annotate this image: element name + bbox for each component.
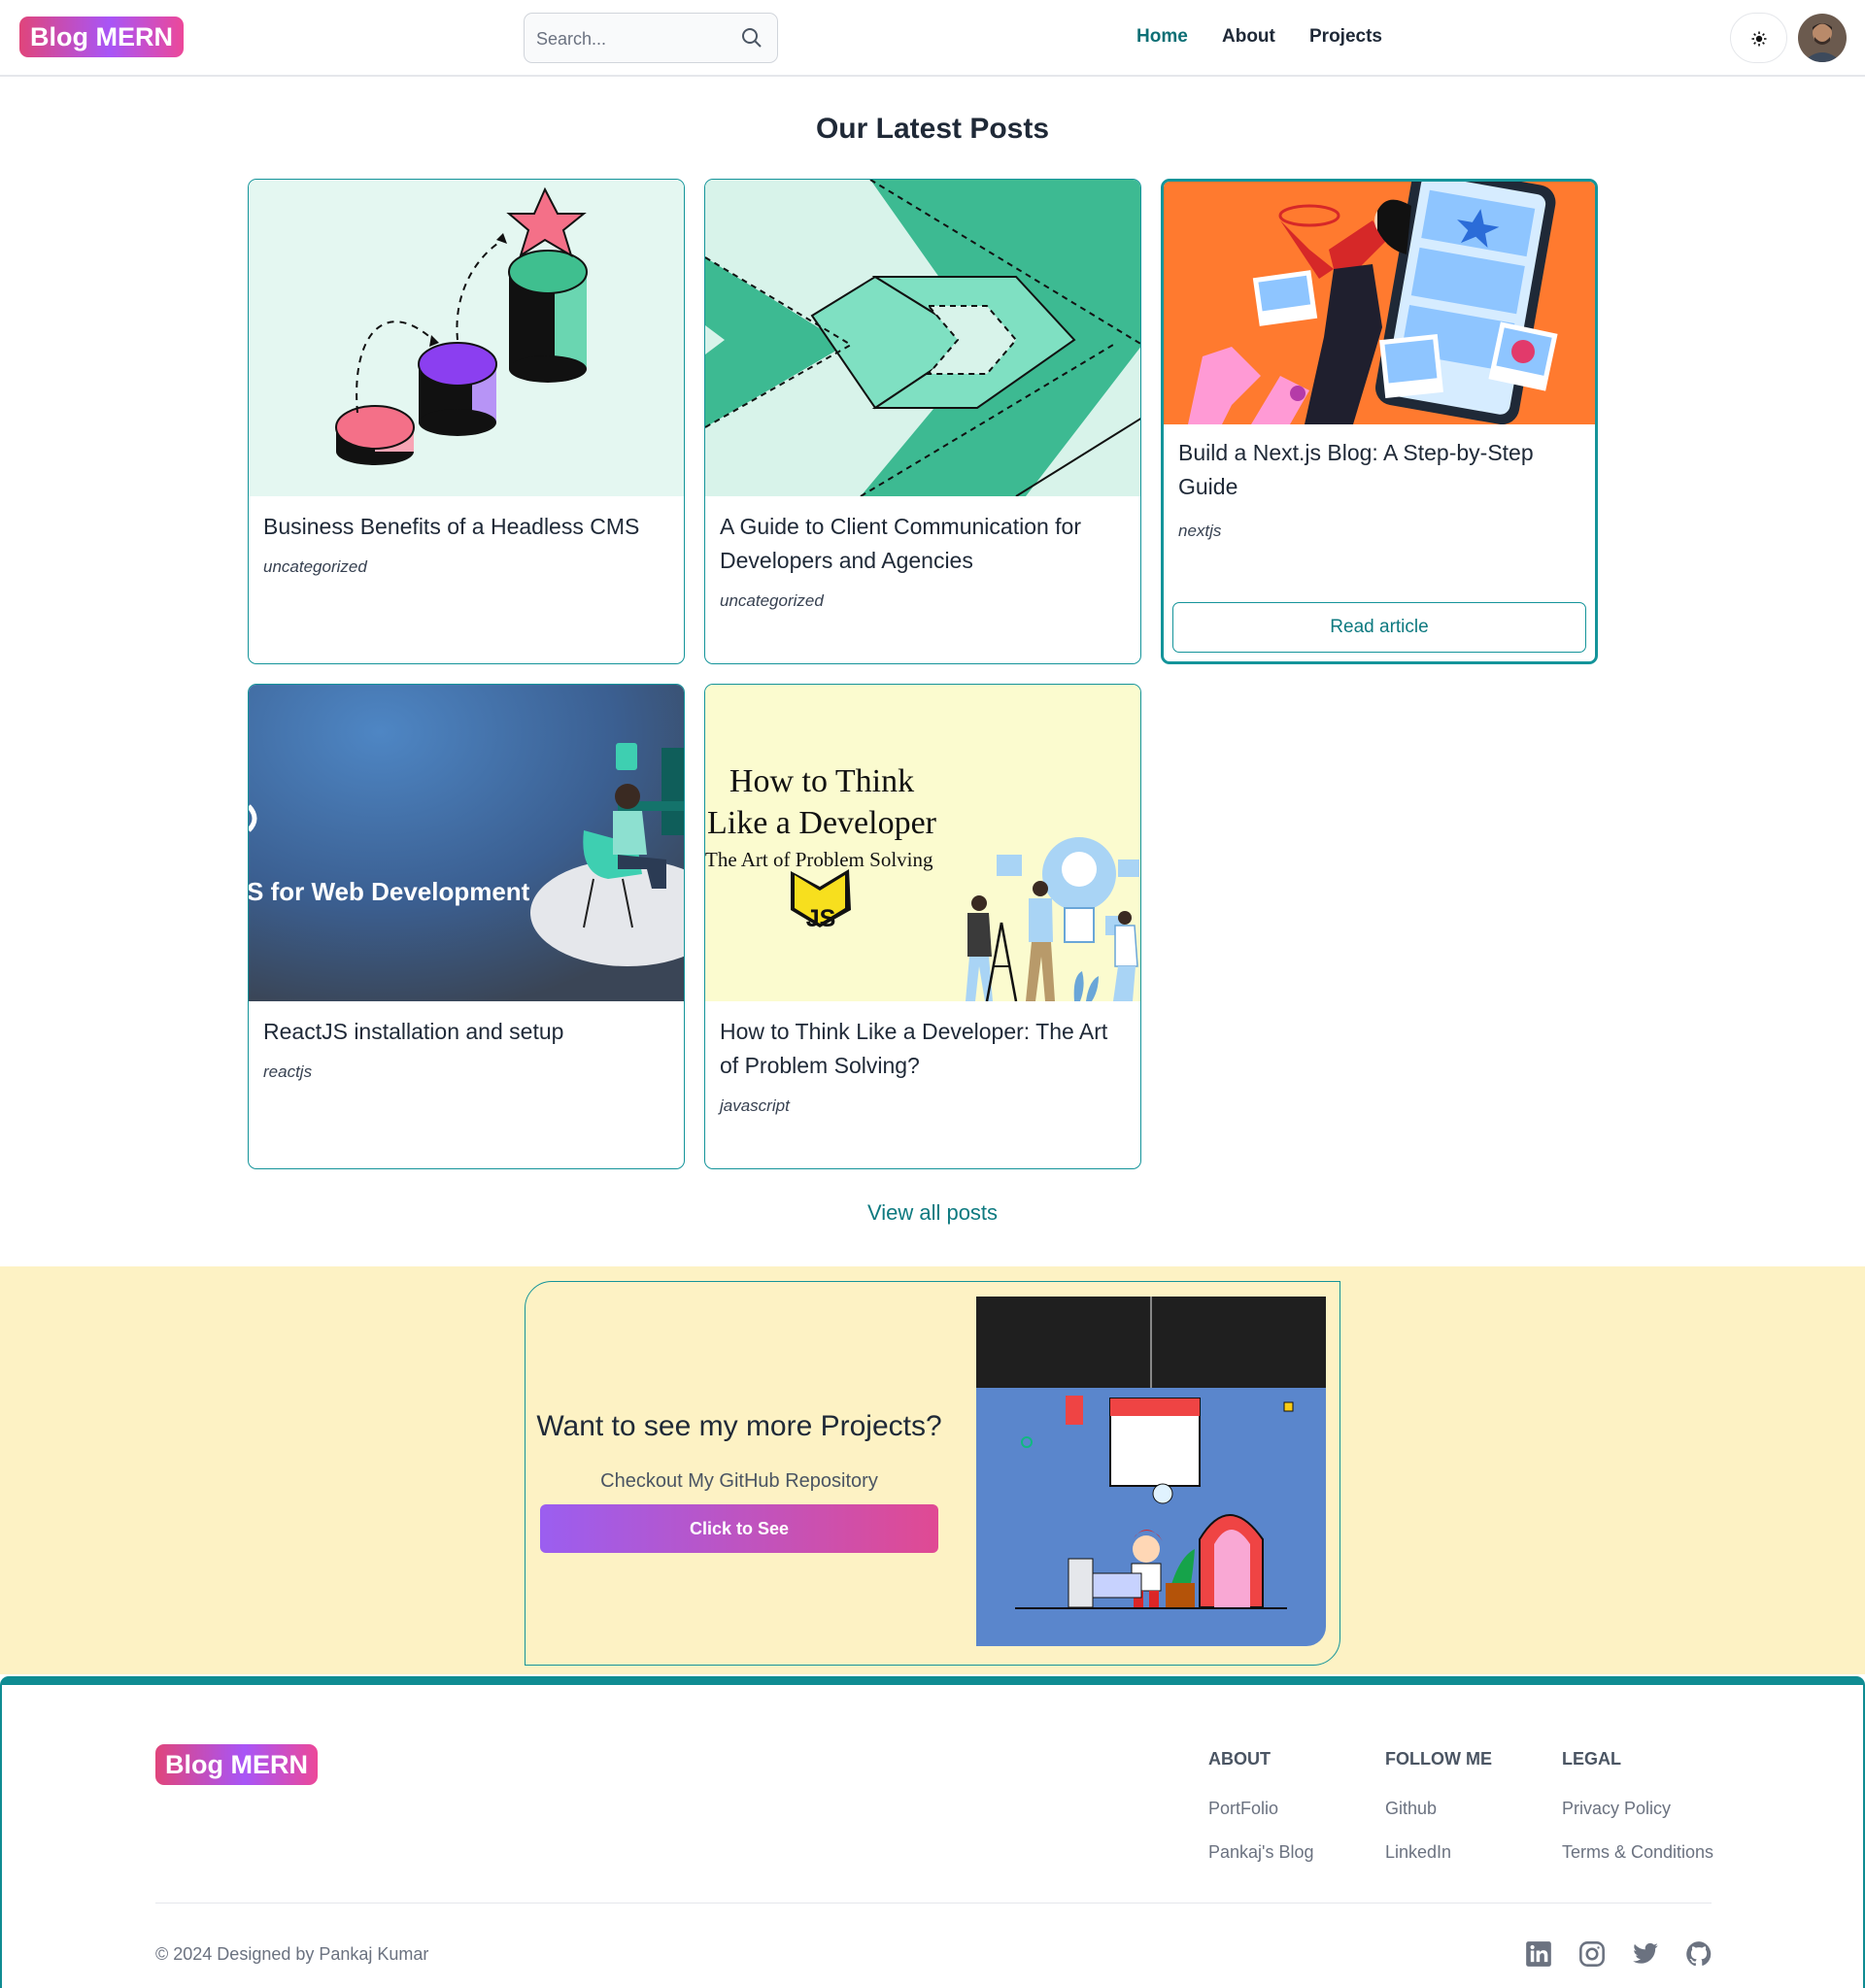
projects-cta-section: Want to see my more Projects? Checkout M… [0,1266,1865,1674]
section-title: Our Latest Posts [815,113,1050,145]
search-box[interactable] [524,13,778,63]
linkedin-icon[interactable] [1525,1940,1552,1968]
footer-legal-heading: LEGAL [1562,1749,1621,1769]
instagram-icon[interactable] [1578,1940,1606,1968]
read-article-button[interactable]: Read article [1172,602,1586,653]
view-all-posts-link[interactable]: View all posts [0,1200,1865,1226]
click-to-see-button[interactable]: Click to See [540,1504,938,1553]
theme-toggle-button[interactable] [1730,13,1787,63]
post-category: reactjs [263,1062,313,1081]
post-title[interactable]: How to Think Like a Developer: The Art o… [720,1015,1118,1083]
sun-icon [1751,31,1766,47]
twitter-icon[interactable] [1632,1940,1659,1968]
nav-about[interactable]: About [1222,26,1275,48]
nav-home[interactable]: Home [1136,26,1188,48]
post-card[interactable]: Build a Next.js Blog: A Step-by-Step Gui… [1161,179,1598,664]
footer-divider [155,1903,1712,1904]
footer-link-portfolio[interactable]: PortFolio [1208,1799,1278,1819]
js-badge: JS [805,905,836,932]
post-title[interactable]: A Guide to Client Communication for Deve… [720,510,1118,578]
post-thumbnail: S for Web Development [249,685,684,1001]
post-thumbnail [249,180,684,496]
search-icon[interactable] [740,26,763,50]
search-input[interactable] [536,25,730,52]
post-title[interactable]: ReactJS installation and setup [263,1015,661,1049]
post-thumbnail [705,180,1140,496]
footer-about-heading: ABOUT [1208,1749,1271,1769]
cta-subtitle: Checkout My GitHub Repository [600,1470,878,1492]
site-header: Blog MERN Home About Projects [0,0,1865,77]
post-card[interactable]: A Guide to Client Communication for Deve… [704,179,1141,664]
github-icon[interactable] [1685,1940,1712,1968]
post-card[interactable]: Business Benefits of a Headless CMS unca… [248,179,685,664]
site-footer: Blog MERN ABOUT PortFolio Pankaj's Blog … [0,1676,1865,1988]
footer-follow-heading: FOLLOW ME [1385,1749,1492,1769]
copyright-text: © 2024 Designed by Pankaj Kumar [155,1944,429,1964]
nav-projects[interactable]: Projects [1309,26,1382,48]
post-title[interactable]: Build a Next.js Blog: A Step-by-Step Gui… [1178,436,1577,504]
post-category: uncategorized [263,557,367,576]
footer-logo[interactable]: Blog MERN [155,1744,318,1785]
thumbnail-line-2: Like a Developer [707,805,936,841]
footer-link-blog[interactable]: Pankaj's Blog [1208,1842,1314,1863]
cta-title: Want to see my more Projects? [536,1410,942,1442]
site-logo[interactable]: Blog MERN [19,17,184,57]
post-thumbnail: How to Think Like a Developer The Art of… [705,685,1140,1001]
footer-link-github[interactable]: Github [1385,1799,1437,1819]
footer-link-linkedin[interactable]: LinkedIn [1385,1842,1451,1863]
thumbnail-subheading: The Art of Problem Solving [705,848,933,871]
post-category: uncategorized [720,591,824,610]
cta-card: Want to see my more Projects? Checkout M… [525,1281,1340,1666]
thumbnail-text: S for Web Development [249,877,530,906]
post-card[interactable]: How to Think Like a Developer The Art of… [704,684,1141,1169]
post-category: nextjs [1178,522,1222,540]
post-title[interactable]: Business Benefits of a Headless CMS [263,510,661,544]
post-thumbnail [1164,182,1595,424]
post-card[interactable]: S for Web Development ReactJS installati… [248,684,685,1169]
footer-link-terms[interactable]: Terms & Conditions [1562,1842,1713,1863]
user-avatar[interactable] [1798,14,1847,62]
footer-link-privacy[interactable]: Privacy Policy [1562,1799,1671,1819]
thumbnail-heading: How to Think Like a Developer [705,760,938,844]
thumbnail-line-1: How to Think [729,763,915,799]
post-category: javascript [720,1096,790,1115]
cta-illustration [976,1297,1326,1646]
